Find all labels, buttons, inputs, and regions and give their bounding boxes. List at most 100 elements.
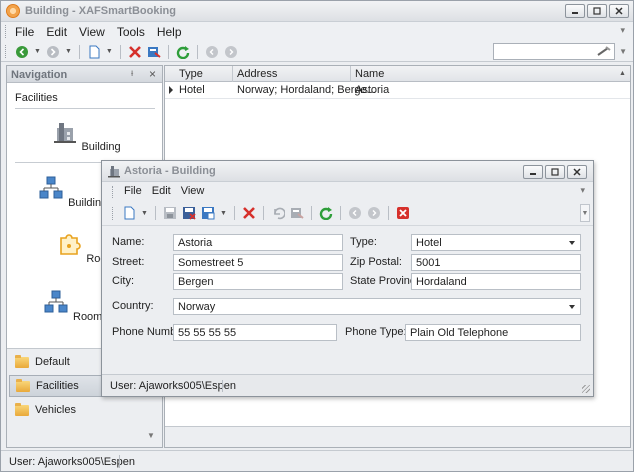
delete-button[interactable]: [128, 45, 142, 59]
detail-minimize-button[interactable]: [523, 165, 543, 179]
detail-menu-file[interactable]: File: [124, 185, 142, 197]
city-field[interactable]: Bergen: [173, 273, 343, 290]
refresh-icon: [319, 207, 333, 220]
new-document-icon: [124, 206, 135, 220]
folder-icon: [15, 402, 29, 416]
detail-save-new-button[interactable]: [201, 206, 215, 220]
detail-menu-edit[interactable]: Edit: [152, 185, 171, 197]
table-row[interactable]: Hotel Norway; Hordaland; Berge... Astori…: [165, 82, 630, 99]
detail-export-button[interactable]: [290, 206, 304, 220]
phone-type-field[interactable]: Plain Old Telephone: [405, 324, 581, 341]
detail-delete-button[interactable]: [242, 206, 256, 220]
navigation-close-icon[interactable]: ×: [149, 67, 156, 81]
maximize-button[interactable]: [587, 4, 607, 18]
menu-grip[interactable]: [5, 25, 8, 38]
save-and-new-icon: [201, 207, 215, 220]
maximize-icon: [551, 168, 559, 176]
new-button[interactable]: [87, 45, 101, 59]
close-button[interactable]: [609, 4, 629, 18]
detail-save-close-button[interactable]: [182, 206, 196, 220]
detail-maximize-button[interactable]: [545, 165, 565, 179]
forward-dropdown-icon[interactable]: ▼: [65, 48, 72, 55]
back-arrow-icon: [16, 45, 28, 58]
detail-undo-button[interactable]: [271, 206, 285, 220]
type-value: Hotel: [416, 237, 442, 249]
column-header-name[interactable]: Name: [355, 68, 384, 80]
network-icon: [44, 290, 68, 313]
nav-group-facilities[interactable]: Facilities: [15, 92, 58, 104]
pin-icon[interactable]: ᵻ: [131, 68, 133, 79]
save-icon: [163, 207, 176, 219]
type-select[interactable]: Hotel: [411, 234, 581, 251]
detail-close-record-button[interactable]: [396, 206, 410, 220]
column-header-type[interactable]: Type: [179, 68, 203, 80]
type-label: Type:: [350, 236, 377, 248]
country-label: Country:: [112, 300, 154, 312]
close-icon: [615, 7, 623, 15]
refresh-button[interactable]: [176, 45, 190, 59]
nav-item-building[interactable]: Building: [7, 118, 164, 153]
detail-previous-button[interactable]: [348, 206, 362, 220]
back-dropdown-icon[interactable]: ▼: [34, 48, 41, 55]
name-field[interactable]: Astoria: [173, 234, 343, 251]
detail-new-dropdown-icon[interactable]: ▼: [141, 210, 148, 217]
folder-icon: [15, 354, 29, 368]
export-button[interactable]: [147, 45, 161, 59]
title-bar: Building - XAFSmartBooking: [1, 1, 633, 22]
puzzle-icon: [60, 234, 82, 255]
back-button[interactable]: [15, 45, 29, 59]
row-indicator-icon: [169, 86, 173, 94]
zip-field[interactable]: 5001: [411, 254, 581, 271]
detail-next-button[interactable]: [367, 206, 381, 220]
building-form: Name: Astoria Street: Somestreet 5 City:…: [102, 227, 593, 373]
menu-chevron-icon[interactable]: ▾: [620, 25, 625, 36]
status-user: User: Ajaworks005\Espen: [9, 456, 135, 468]
detail-toolbar-chevron-icon[interactable]: ▼: [580, 204, 590, 222]
detail-new-button[interactable]: [122, 206, 136, 220]
phone-number-field[interactable]: 55 55 55 55: [173, 324, 337, 341]
group-label: Facilities: [36, 380, 79, 392]
cell-type[interactable]: Hotel: [179, 84, 205, 96]
menu-file[interactable]: File: [15, 25, 34, 39]
detail-save-button[interactable]: [163, 206, 177, 220]
search-input[interactable]: [493, 43, 615, 60]
delete-icon: [242, 207, 255, 219]
toolbar-grip[interactable]: [5, 45, 8, 58]
name-label: Name:: [112, 236, 145, 248]
groups-chevron-icon[interactable]: ▼: [147, 431, 155, 440]
next-record-button[interactable]: [224, 45, 238, 59]
minimize-icon: [572, 12, 578, 14]
detail-menu-view[interactable]: View: [181, 185, 205, 197]
search-icon[interactable]: [596, 45, 612, 58]
new-dropdown-icon[interactable]: ▼: [106, 48, 113, 55]
detail-menu-bar: File Edit View ▾: [102, 182, 593, 201]
detail-window: Astoria - Building File Edit View ▾ ▼ ▼ …: [101, 160, 594, 397]
country-select[interactable]: Norway: [173, 298, 581, 315]
detail-menu-chevron-icon[interactable]: ▾: [580, 185, 585, 196]
city-label: City:: [112, 275, 134, 287]
dropdown-arrow-icon[interactable]: [569, 241, 575, 245]
menu-view[interactable]: View: [79, 25, 105, 39]
forward-button[interactable]: [46, 45, 60, 59]
delete-icon: [128, 45, 141, 58]
cell-name[interactable]: Astoria: [355, 84, 389, 96]
column-header-address[interactable]: Address: [237, 68, 277, 80]
menu-edit[interactable]: Edit: [46, 25, 67, 39]
detail-save-dropdown-icon[interactable]: ▼: [220, 210, 227, 217]
status-bar: User: Ajaworks005\Espen: [1, 450, 633, 471]
group-label: Vehicles: [35, 404, 76, 416]
menu-help[interactable]: Help: [157, 25, 182, 39]
grid-footer: [165, 426, 630, 447]
street-field[interactable]: Somestreet 5: [173, 254, 343, 271]
state-field[interactable]: Hordaland: [411, 273, 581, 290]
detail-close-button[interactable]: [567, 165, 587, 179]
menu-tools[interactable]: Tools: [117, 25, 145, 39]
minimize-button[interactable]: [565, 4, 585, 18]
previous-record-button[interactable]: [205, 45, 219, 59]
dropdown-arrow-icon[interactable]: [569, 305, 575, 309]
menu-bar: File Edit View Tools Help ▾: [1, 22, 633, 41]
nav-group-vehicles[interactable]: Vehicles: [9, 399, 159, 421]
resize-grip-icon[interactable]: [582, 385, 590, 393]
detail-refresh-button[interactable]: [319, 206, 333, 220]
toolbar-chevron-icon[interactable]: ▼: [619, 47, 627, 56]
